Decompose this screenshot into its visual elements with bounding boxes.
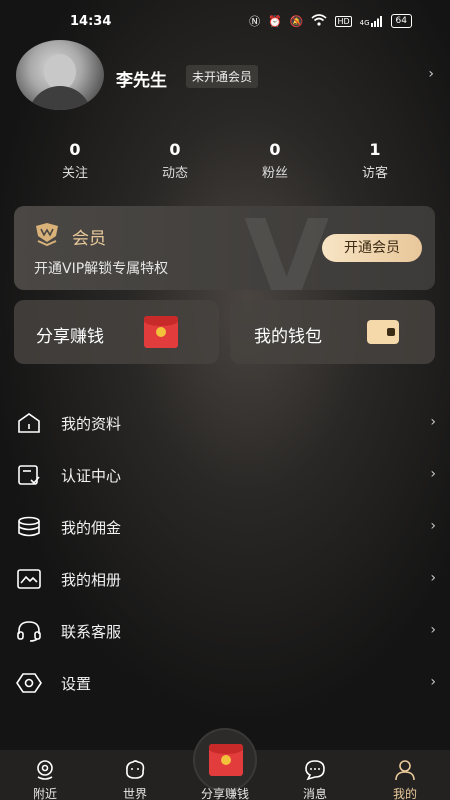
menu-label: 我的相册 — [61, 571, 122, 589]
avatar[interactable] — [16, 40, 104, 110]
menu-label: 认证中心 — [61, 467, 122, 485]
tab-label: 消息 — [302, 787, 327, 800]
username: 李先生 — [116, 71, 167, 91]
red-packet-coin — [221, 755, 231, 765]
stats-row: 0 关注 0 动态 0 粉丝 1 访客 — [40, 140, 410, 181]
share-earn-label: 分享赚钱 — [36, 327, 104, 347]
red-packet-icon — [144, 316, 178, 348]
tab-label: 附近 — [32, 787, 57, 800]
menu-item-commission[interactable]: 我的佣金 › — [0, 501, 450, 553]
stat-number: 0 — [69, 140, 81, 159]
tab-nearby[interactable]: 附近 — [10, 750, 80, 800]
status-icons: Ⓝ ⏰ 🔕 HD 4G 64 — [249, 13, 412, 29]
vip-watermark: V — [244, 206, 330, 290]
red-packet-flap — [209, 744, 243, 754]
stat-number: 1 — [369, 140, 381, 159]
location-icon — [37, 760, 53, 780]
coins-icon — [18, 516, 40, 537]
open-vip-button[interactable]: 开通会员 — [322, 234, 422, 262]
vip-card[interactable]: V 会员 开通VIP解锁专属特权 开通会员 — [14, 206, 435, 290]
headset-icon — [17, 621, 41, 642]
stat-label: 访客 — [361, 166, 388, 181]
network-label: 4G — [359, 18, 370, 27]
menu-label: 我的佣金 — [61, 519, 122, 537]
tab-label: 世界 — [122, 787, 147, 800]
chevron-right-icon: › — [430, 518, 436, 534]
red-packet-icon — [209, 744, 243, 776]
signal-icon: 4G — [359, 15, 383, 27]
menu-label: 联系客服 — [61, 623, 122, 641]
user-icon — [395, 760, 415, 781]
vip-title: 会员 — [72, 229, 106, 249]
hd-icon: HD — [335, 15, 352, 27]
tab-label: 分享赚钱 — [200, 787, 249, 800]
stat-label: 关注 — [61, 166, 88, 181]
settings-icon — [16, 673, 42, 693]
tab-world[interactable]: 世界 — [100, 750, 170, 800]
wallet-icon — [367, 320, 399, 344]
certificate-icon — [18, 465, 40, 485]
menu-label: 设置 — [61, 675, 92, 693]
wallet-clasp — [387, 328, 395, 336]
menu-item-customer-service[interactable]: 联系客服 › — [0, 605, 450, 657]
alarm-icon: ⏰ — [268, 14, 282, 28]
member-status-badge: 未开通会员 — [186, 65, 259, 88]
profile-chevron-right-icon: › — [428, 66, 434, 82]
avatar-shoulder — [28, 86, 92, 110]
chevron-right-icon: › — [430, 570, 436, 586]
share-earn-card[interactable]: 分享赚钱 — [14, 300, 219, 364]
home-icon — [18, 413, 40, 433]
red-packet-flap — [144, 316, 178, 326]
stat-followers[interactable]: 0 粉丝 — [240, 140, 310, 181]
profile-header[interactable]: 李先生 未开通会员 › — [16, 40, 436, 112]
menu-item-verification[interactable]: 认证中心 › — [0, 449, 450, 501]
stat-following[interactable]: 0 关注 — [40, 140, 110, 181]
vip-subtitle: 开通VIP解锁专属特权 — [34, 261, 169, 277]
stat-visitors[interactable]: 1 访客 — [340, 140, 410, 181]
world-icon — [126, 760, 145, 779]
stat-number: 0 — [269, 140, 281, 159]
tab-mine[interactable]: 我的 — [370, 750, 440, 800]
my-wallet-label: 我的钱包 — [254, 327, 322, 347]
tab-label: 我的 — [392, 787, 417, 800]
tab-share-earn[interactable] — [193, 728, 257, 792]
message-icon — [305, 760, 325, 781]
menu-item-settings[interactable]: 设置 › — [0, 657, 450, 709]
battery-icon: 64 — [390, 14, 412, 28]
stat-posts[interactable]: 0 动态 — [140, 140, 210, 181]
chevron-right-icon: › — [430, 674, 436, 690]
vip-crown-icon — [36, 223, 58, 246]
photo-album-icon — [17, 569, 41, 589]
avatar-head — [44, 54, 76, 90]
chevron-right-icon: › — [430, 622, 436, 638]
chevron-right-icon: › — [430, 414, 436, 430]
tab-messages[interactable]: 消息 — [280, 750, 350, 800]
red-packet-coin — [156, 327, 166, 337]
nfc-icon: Ⓝ — [249, 15, 261, 28]
menu-item-album[interactable]: 我的相册 › — [0, 553, 450, 605]
chevron-right-icon: › — [430, 466, 436, 482]
stat-label: 粉丝 — [261, 166, 288, 181]
my-wallet-card[interactable]: 我的钱包 — [230, 300, 435, 364]
wifi-icon — [311, 13, 327, 29]
mute-icon: 🔕 — [289, 14, 304, 28]
stat-number: 0 — [169, 140, 181, 159]
stat-label: 动态 — [161, 166, 188, 181]
menu-item-profile[interactable]: 我的资料 › — [0, 397, 450, 449]
menu-label: 我的资料 — [61, 415, 122, 433]
menu-list: 我的资料 › 认证中心 › 我的佣金 › 我的相册 › 联系客服 › 设置 › — [0, 397, 450, 709]
status-bar: 14:34 Ⓝ ⏰ 🔕 HD 4G 64 — [0, 0, 450, 40]
status-time: 14:34 — [70, 14, 112, 29]
